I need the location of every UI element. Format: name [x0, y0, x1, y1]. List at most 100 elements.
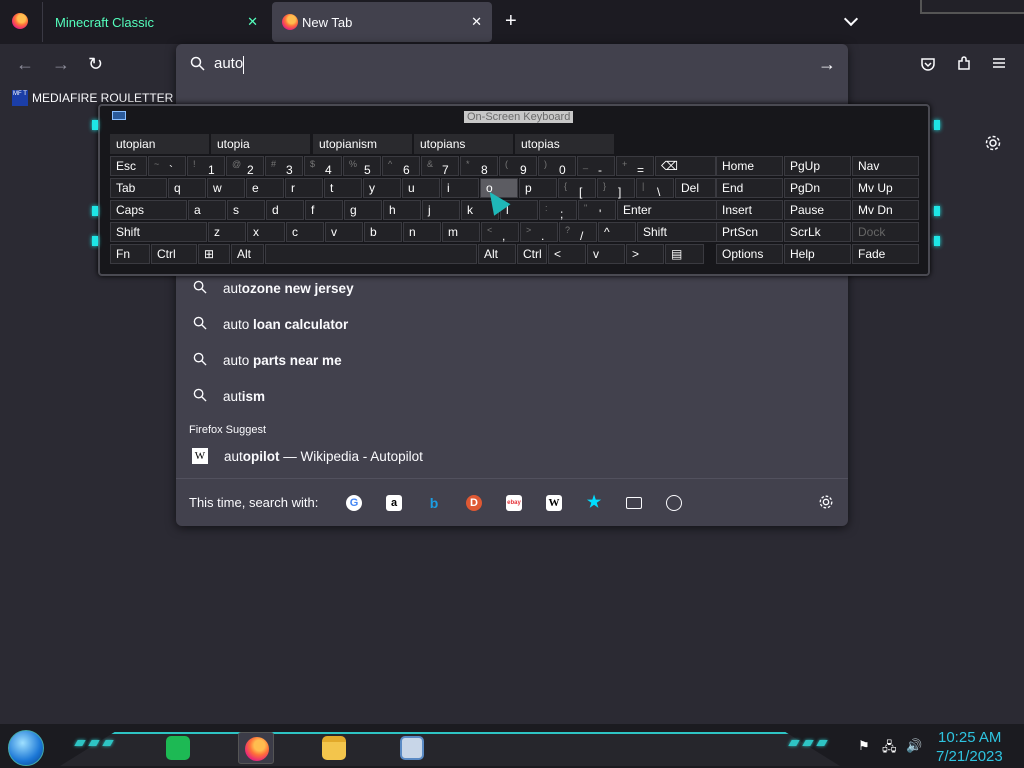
prediction-utopia[interactable]: utopia: [211, 134, 312, 154]
key-Alt[interactable]: Alt: [231, 244, 264, 264]
taskbar-file-explorer[interactable]: [316, 732, 352, 764]
address-bar[interactable]: →: [176, 44, 848, 86]
key-Enter[interactable]: Enter: [617, 200, 717, 220]
prediction-utopianism[interactable]: utopianism: [313, 134, 414, 154]
key-3[interactable]: #3: [265, 156, 303, 177]
hamburger-menu-icon[interactable]: [992, 56, 1006, 75]
new-tab-button[interactable]: +: [505, 10, 517, 32]
key-pause[interactable]: Pause: [784, 200, 851, 220]
search-suggestion[interactable]: aut ism: [184, 378, 840, 414]
search-suggestion[interactable]: auto loan calculator: [184, 306, 840, 342]
google-icon[interactable]: G: [346, 495, 362, 511]
key-Caps[interactable]: Caps: [110, 200, 187, 220]
tab-new-tab[interactable]: New Tab ✕: [272, 2, 492, 42]
key-pgdn[interactable]: PgDn: [784, 178, 851, 198]
amazon-icon[interactable]: a: [386, 495, 402, 511]
key-scrlk[interactable]: ScrLk: [784, 222, 851, 242]
key-z[interactable]: z: [208, 222, 246, 242]
key-Fn[interactable]: Fn: [110, 244, 150, 264]
duckduckgo-icon[interactable]: D: [466, 495, 482, 511]
close-icon[interactable]: ✕: [471, 14, 482, 30]
key-b[interactable]: b: [364, 222, 402, 242]
key-;[interactable]: :;: [539, 200, 577, 221]
key-home[interactable]: Home: [716, 156, 783, 176]
key-8[interactable]: * 8: [460, 156, 498, 177]
key-j[interactable]: j: [422, 200, 460, 220]
key-x[interactable]: x: [247, 222, 285, 242]
key-7[interactable]: & 7: [421, 156, 459, 177]
key-9[interactable]: (9: [499, 156, 537, 177]
taskbar-on-screen-keyboard[interactable]: [394, 732, 430, 764]
prediction-utopians[interactable]: utopians: [414, 134, 515, 154]
clock-date[interactable]: 7/21/2023: [936, 748, 1003, 765]
key-i[interactable]: i: [441, 178, 479, 198]
key-▤[interactable]: ▤: [665, 244, 704, 264]
pocket-icon[interactable]: [920, 56, 936, 77]
prediction-utopian[interactable]: utopian: [110, 134, 211, 154]
key-g[interactable]: g: [344, 200, 382, 220]
key--[interactable]: _ -: [577, 156, 615, 177]
key-mv-up[interactable]: Mv Up: [852, 178, 919, 198]
key-d[interactable]: d: [266, 200, 304, 220]
chevron-down-icon[interactable]: [843, 11, 859, 27]
key-y[interactable]: y: [363, 178, 401, 198]
key-help[interactable]: Help: [784, 244, 851, 264]
key-Esc[interactable]: Esc: [110, 156, 147, 176]
key-r[interactable]: r: [285, 178, 323, 198]
key-<[interactable]: <: [548, 244, 586, 264]
key-4[interactable]: $4: [304, 156, 342, 177]
key-Shift[interactable]: Shift: [637, 222, 718, 242]
taskbar-spotify[interactable]: [160, 732, 196, 764]
key-Ctrl[interactable]: Ctrl: [151, 244, 197, 264]
key-6[interactable]: ^ 6: [382, 156, 420, 177]
key-h[interactable]: h: [383, 200, 421, 220]
key-n[interactable]: n: [403, 222, 441, 242]
key-v[interactable]: v: [325, 222, 363, 242]
key-5[interactable]: % 5: [343, 156, 381, 177]
key->[interactable]: >: [626, 244, 664, 264]
gear-icon[interactable]: [984, 134, 1002, 157]
key-a[interactable]: a: [188, 200, 226, 220]
back-arrow-icon[interactable]: ←: [16, 54, 34, 75]
key-c[interactable]: c: [286, 222, 324, 242]
action-center-flag-icon[interactable]: ⚑: [858, 738, 870, 754]
key-Ctrl[interactable]: Ctrl: [517, 244, 547, 264]
key-1[interactable]: ! 1: [187, 156, 225, 177]
key-=[interactable]: + =: [616, 156, 654, 177]
key-,[interactable]: <,: [481, 222, 519, 243]
key-0[interactable]: ) 0: [538, 156, 576, 177]
key-][interactable]: }]: [597, 178, 635, 199]
key-e[interactable]: e: [246, 178, 284, 198]
start-button[interactable]: [8, 730, 44, 766]
key-2[interactable]: @2: [226, 156, 264, 177]
firefox-suggest-result[interactable]: W aut opilot — Wikipedia - Autopilot: [184, 438, 840, 474]
close-icon[interactable]: ✕: [247, 14, 258, 30]
key-.[interactable]: >.: [520, 222, 558, 243]
key-Alt[interactable]: Alt: [478, 244, 516, 264]
network-icon[interactable]: 🖧: [882, 738, 897, 760]
key-u[interactable]: u: [402, 178, 440, 198]
key-prtscn[interactable]: PrtScn: [716, 222, 783, 242]
tabs-icon[interactable]: [626, 497, 642, 509]
key-/[interactable]: ? /: [559, 222, 597, 243]
url-input[interactable]: [214, 55, 794, 72]
taskbar-firefox[interactable]: [238, 732, 274, 764]
key-⌫[interactable]: ⌫: [655, 156, 716, 176]
key-q[interactable]: q: [168, 178, 206, 198]
key-f[interactable]: f: [305, 200, 343, 220]
ebay-icon[interactable]: ebay: [506, 495, 522, 511]
key-Del[interactable]: Del: [675, 178, 716, 198]
clock-time[interactable]: 10:25 AM: [938, 729, 1001, 746]
key-insert[interactable]: Insert: [716, 200, 783, 220]
key-space[interactable]: [265, 244, 477, 264]
key-\[interactable]: | \: [636, 178, 674, 199]
wikipedia-icon[interactable]: W: [546, 495, 562, 511]
go-arrow-icon[interactable]: →: [818, 54, 836, 75]
key-w[interactable]: w: [207, 178, 245, 198]
key-s[interactable]: s: [227, 200, 265, 220]
key-v[interactable]: v: [587, 244, 625, 264]
key-fade[interactable]: Fade: [852, 244, 919, 264]
key-`[interactable]: ~ `: [148, 156, 186, 177]
key-pgup[interactable]: PgUp: [784, 156, 851, 176]
key-end[interactable]: End: [716, 178, 783, 198]
